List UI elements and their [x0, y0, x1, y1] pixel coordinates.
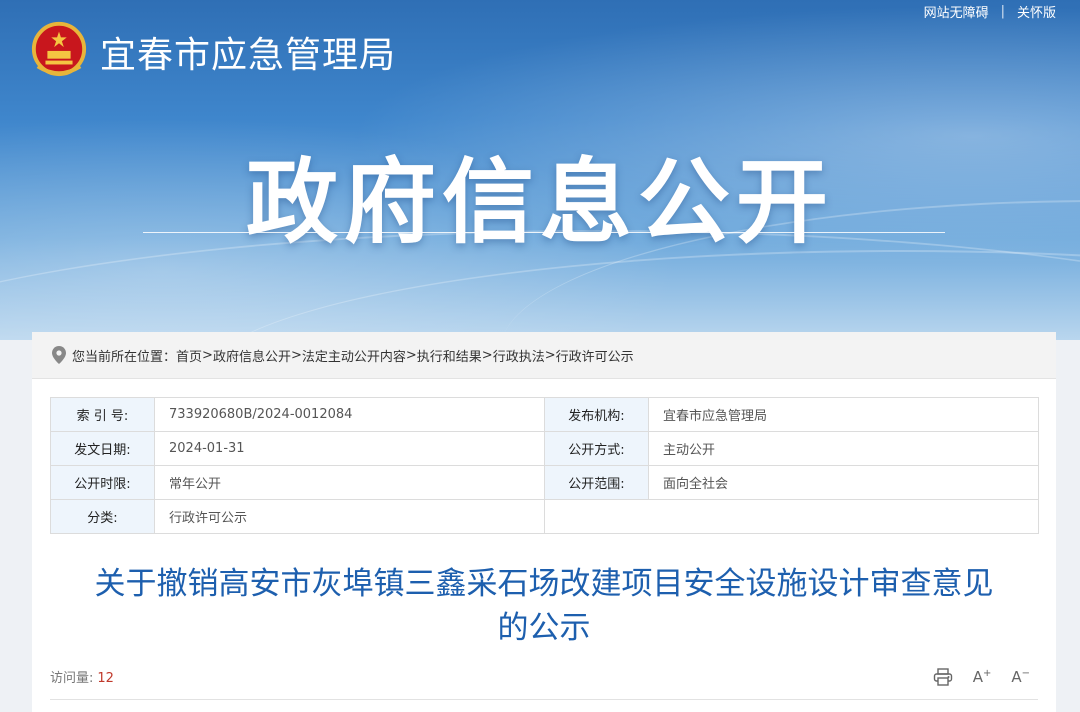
breadcrumb-item-license[interactable]: 行政许可公示 — [556, 346, 634, 365]
breadcrumb-separator: > — [202, 347, 213, 363]
site-title[interactable]: 宜春市应急管理局 — [100, 26, 396, 78]
content-divider — [50, 699, 1038, 700]
main-content: 您当前所在位置： 首页 > 政府信息公开 > 法定主动公开内容 > 执行和结果 … — [32, 332, 1056, 712]
section-title: 政府信息公开 — [245, 149, 834, 256]
visits-count: 12 — [97, 671, 114, 686]
empty-cell — [544, 499, 1039, 534]
issue-date-label: 发文日期: — [50, 431, 155, 466]
category-value: 行政许可公示 — [154, 499, 545, 534]
publisher-label: 发布机构: — [544, 397, 649, 432]
minus-icon: − — [1021, 668, 1030, 679]
breadcrumb-separator: > — [481, 347, 493, 363]
disclosure-method-value: 主动公开 — [648, 431, 1039, 466]
breadcrumb: 您当前所在位置： 首页 > 政府信息公开 > 法定主动公开内容 > 执行和结果 … — [72, 346, 634, 365]
document-title: 关于撤销高安市灰埠镇三鑫采石场改建项目安全设施设计审查意见 的公示 — [50, 562, 1038, 650]
visit-counter: 访问量: 12 — [50, 667, 114, 686]
header-banner: 网站无障碍 | 关怀版 宜春市应急管理局 政府信息公开 — [0, 0, 1080, 340]
table-row: 索 引 号: 733920680B/2024-0012084 发布机构: 宜春市… — [50, 397, 1039, 432]
page-tools: A+ A− — [933, 668, 1030, 686]
visits-label: 访问量: — [50, 671, 94, 686]
breadcrumb-item-enforcement[interactable]: 行政执法 — [493, 346, 545, 365]
breadcrumb-item-statutory[interactable]: 法定主动公开内容 — [302, 346, 406, 365]
top-links: 网站无障碍 | 关怀版 — [924, 2, 1056, 21]
breadcrumb-bar: 您当前所在位置： 首页 > 政府信息公开 > 法定主动公开内容 > 执行和结果 … — [32, 332, 1056, 379]
breadcrumb-separator: > — [544, 347, 556, 363]
issue-date-value: 2024-01-31 — [154, 431, 545, 466]
location-pin-icon — [52, 346, 66, 364]
document-title-line: 关于撤销高安市灰埠镇三鑫采石场改建项目安全设施设计审查意见 — [94, 566, 994, 602]
breadcrumb-separator: > — [405, 347, 417, 363]
font-decrease-button[interactable]: A− — [1011, 668, 1030, 686]
breadcrumb-separator: > — [290, 347, 302, 363]
font-decrease-label: A — [1011, 668, 1022, 686]
document-title-line: 的公示 — [497, 610, 591, 646]
publisher-value: 宜春市应急管理局 — [648, 397, 1039, 432]
table-row: 发文日期: 2024-01-31 公开方式: 主动公开 — [50, 431, 1039, 466]
plus-icon: + — [982, 668, 992, 679]
national-emblem-icon[interactable] — [30, 20, 88, 78]
breadcrumb-item-results[interactable]: 执行和结果 — [417, 346, 482, 365]
care-version-link[interactable]: 关怀版 — [1017, 2, 1056, 21]
disclosure-method-label: 公开方式: — [544, 431, 649, 466]
link-divider: | — [1000, 4, 1005, 19]
section-divider — [143, 232, 945, 233]
font-increase-button[interactable]: A+ — [973, 668, 992, 686]
disclosure-period-label: 公开时限: — [50, 465, 155, 500]
print-icon[interactable] — [933, 668, 953, 686]
breadcrumb-item-gov-info[interactable]: 政府信息公开 — [213, 346, 291, 365]
disclosure-scope-label: 公开范围: — [544, 465, 649, 500]
breadcrumb-prefix: 您当前所在位置： — [72, 349, 177, 365]
table-row: 公开时限: 常年公开 公开范围: 面向全社会 — [50, 465, 1039, 500]
table-row: 分类: 行政许可公示 — [50, 499, 1039, 534]
index-number-value: 733920680B/2024-0012084 — [154, 397, 545, 432]
category-label: 分类: — [50, 499, 155, 534]
document-info-table: 索 引 号: 733920680B/2024-0012084 发布机构: 宜春市… — [50, 397, 1039, 534]
disclosure-scope-value: 面向全社会 — [648, 465, 1039, 500]
disclosure-period-value: 常年公开 — [154, 465, 545, 500]
breadcrumb-item-home[interactable]: 首页 — [176, 346, 202, 365]
accessibility-link[interactable]: 网站无障碍 — [924, 2, 989, 21]
index-number-label: 索 引 号: — [50, 397, 155, 432]
font-increase-label: A — [972, 668, 983, 686]
